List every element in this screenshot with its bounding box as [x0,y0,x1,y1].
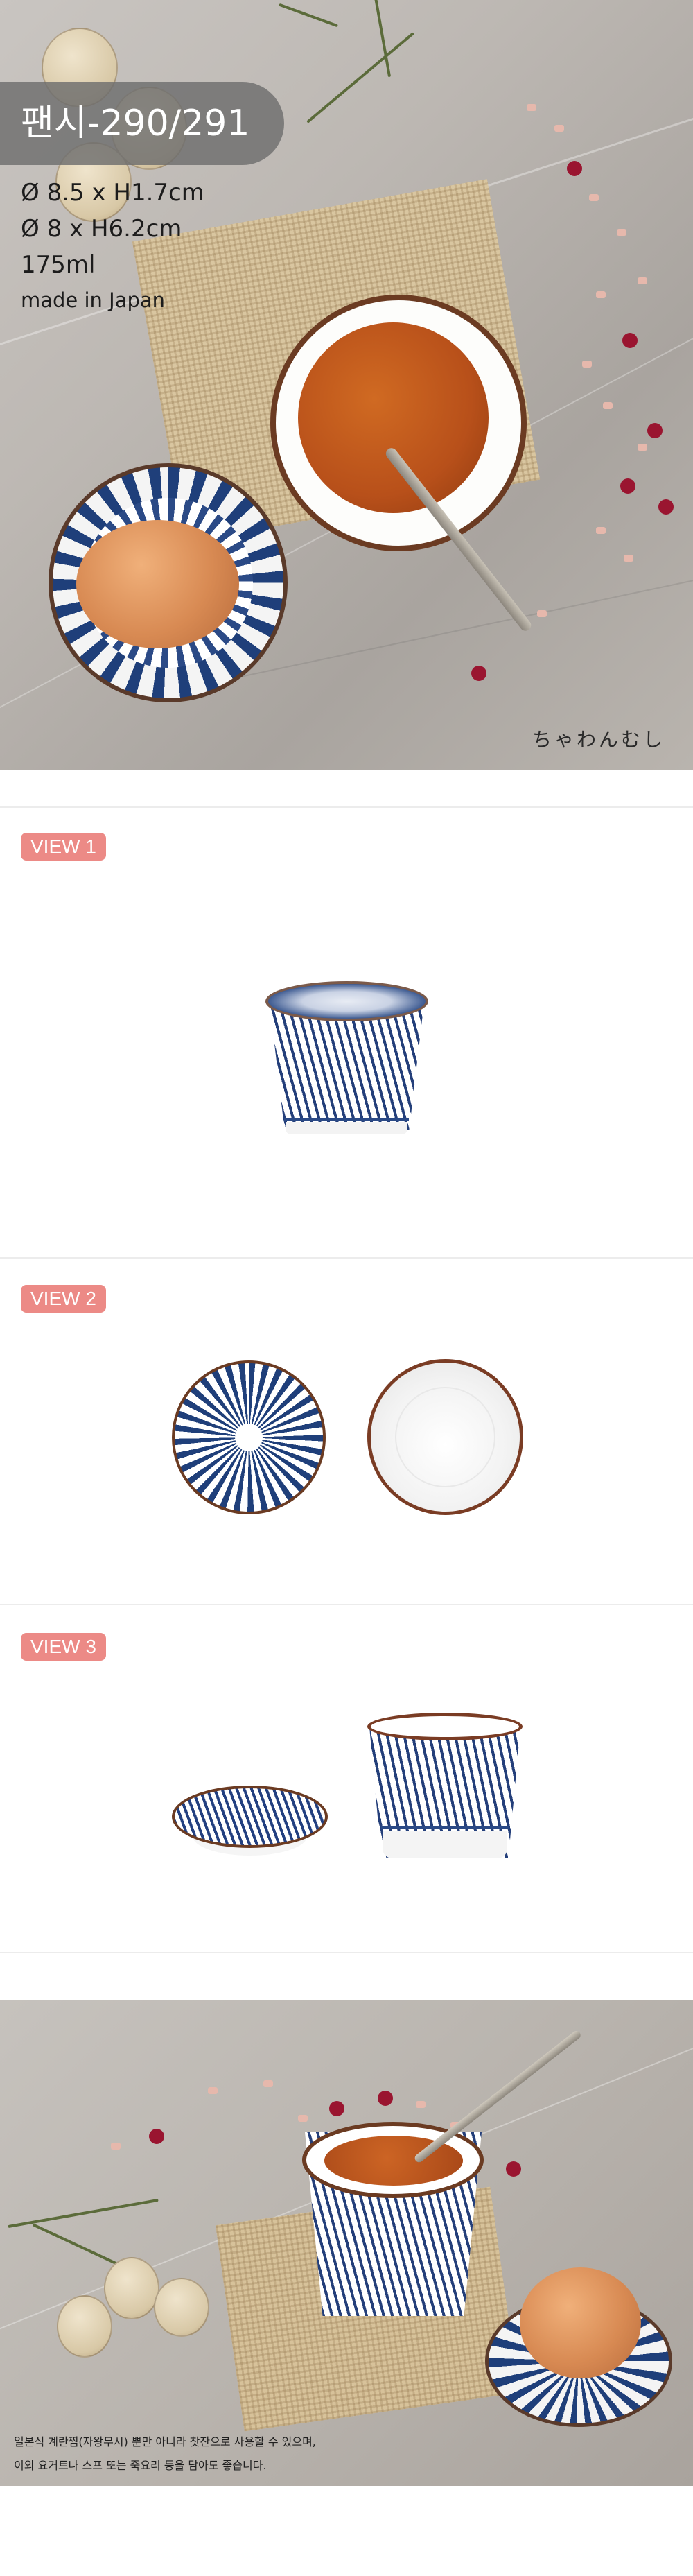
pink-salt [416,2101,426,2108]
pink-salt [263,2080,273,2087]
cup-band [381,1826,509,1829]
spec-line: Ø 8 x H6.2cm [21,215,182,243]
peppercorn [506,2161,521,2177]
section-divider [0,806,693,808]
herb-sprig [306,32,414,123]
pink-salt [111,2143,121,2150]
spec-line: 175ml [21,251,96,279]
brown-egg [520,2267,641,2378]
pink-salt [603,402,613,409]
cup-rim [367,1713,523,1740]
peppercorn [329,2101,344,2116]
peppercorn [647,423,663,438]
section-divider [0,1952,693,1953]
cup-foot [383,1831,507,1858]
pink-salt [624,555,633,562]
herb-sprig [279,3,338,28]
spec-line: Ø 8.5 x H1.7cm [21,179,204,207]
view-badge: VIEW 3 [21,1633,106,1661]
pink-salt [596,527,606,534]
lid-center [235,1424,263,1451]
peppercorn [149,2129,164,2144]
pink-salt [589,194,599,201]
hero-caption: ちゃわんむし [532,728,665,751]
soup [298,322,489,513]
pink-salt [298,2115,308,2122]
description-line: 이외 요거트나 스프 또는 죽요리 등을 담아도 좋습니다. [14,2459,267,2472]
saucer-lid [172,1786,328,1848]
pink-salt [208,2087,218,2094]
pink-salt [638,277,647,284]
product-description: 일본식 계란찜(자왕무시) 뿐만 아니라 찻잔으로 사용할 수 있으며, 이외 … [14,2430,402,2478]
quail-egg [57,2295,112,2358]
view-badge: VIEW 1 [21,833,106,861]
brown-egg [76,520,239,648]
pink-salt [582,361,592,368]
origin-label: made in Japan [21,288,166,312]
cup-band [284,1118,409,1121]
cup-foot [286,1122,407,1134]
spec-block: Ø 8.5 x H1.7cm Ø 8 x H6.2cm 175ml made i… [21,175,204,318]
quail-egg [154,2278,209,2337]
peppercorn [567,161,582,176]
pink-salt [537,610,547,617]
pink-salt [596,291,606,298]
bowl-inner [395,1387,495,1487]
pink-salt [638,444,647,451]
pink-salt [527,104,536,111]
quail-egg [104,2257,159,2319]
view-badge: VIEW 2 [21,1285,106,1313]
description-line: 일본식 계란찜(자왕무시) 뿐만 아니라 찻잔으로 사용할 수 있으며, [14,2435,316,2448]
peppercorn [471,666,486,681]
section-divider [0,1257,693,1259]
peppercorn [620,478,635,494]
pink-salt [617,229,626,236]
pink-salt [554,125,564,132]
cup-lid [265,981,428,1021]
product-title: 팬시-290/291 [0,82,284,165]
peppercorn [622,333,638,348]
peppercorn [378,2091,393,2106]
section-divider [0,1604,693,1605]
hero-photo: 팬시-290/291 Ø 8.5 x H1.7cm Ø 8 x H6.2cm 1… [0,0,693,770]
peppercorn [658,499,674,515]
